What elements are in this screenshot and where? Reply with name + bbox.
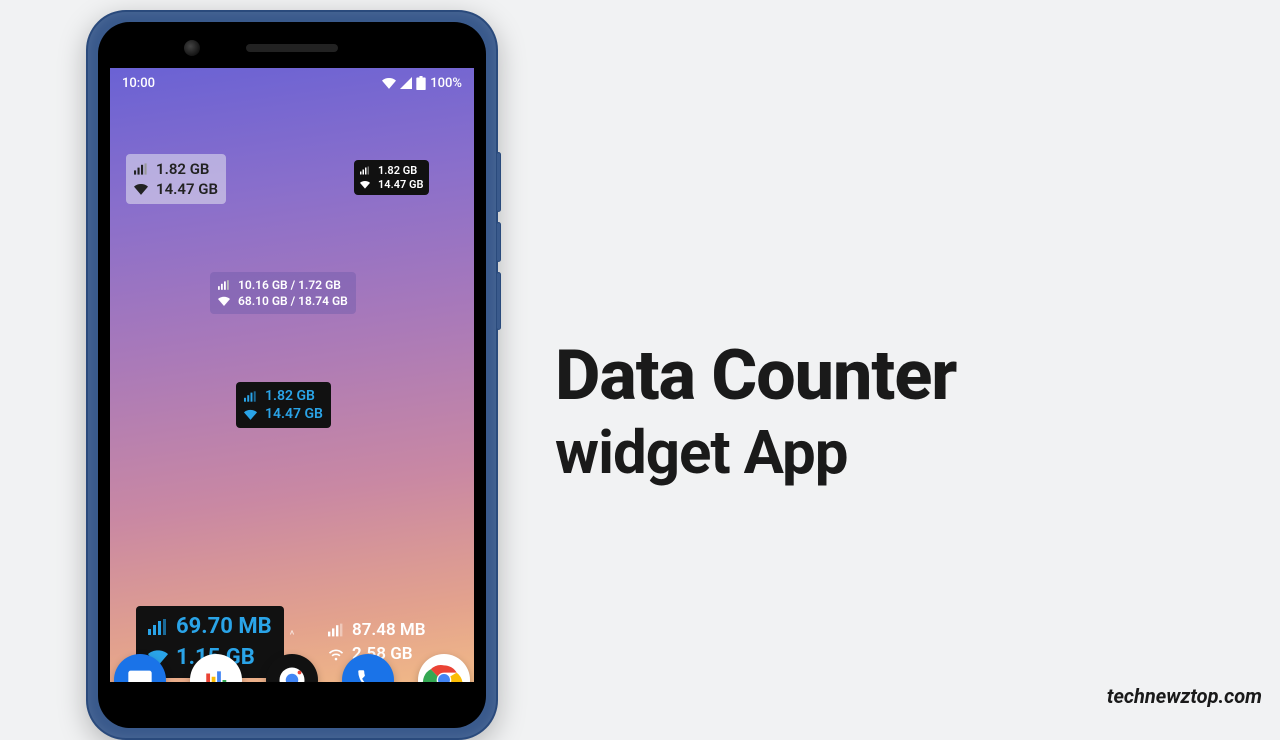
widget-row-mobile: 10.16 GB / 1.72 GB — [218, 278, 348, 292]
data-widget-purple[interactable]: 10.16 GB / 1.72 GB 68.10 GB / 18.74 GB — [210, 272, 356, 314]
front-camera — [184, 40, 200, 56]
data-widget-black-blue[interactable]: 1.82 GB 14.47 GB — [236, 382, 331, 428]
widget-row-wifi: 14.47 GB — [360, 178, 423, 191]
chrome-app-icon[interactable] — [418, 654, 470, 682]
widget-mobile-value: 87.48 MB — [352, 620, 426, 640]
wifi-icon — [360, 180, 370, 189]
phone-mockup: 10:00 100% — [86, 10, 498, 740]
cell-signal-icon — [244, 391, 257, 402]
wifi-icon — [244, 409, 257, 420]
widget-row-mobile: 1.82 GB — [360, 164, 423, 177]
app-dock — [114, 654, 470, 682]
widget-wifi-value: 68.10 GB / 18.74 GB — [238, 294, 348, 308]
messages-app-icon[interactable] — [114, 654, 166, 682]
widget-row-mobile: 69.70 MB — [148, 614, 272, 639]
widget-wifi-value: 14.47 GB — [265, 406, 323, 422]
statusbar-right: 100% — [382, 76, 462, 91]
widget-row-wifi: 14.47 GB — [134, 180, 218, 198]
power-button — [496, 272, 501, 330]
widget-mobile-value: 1.82 GB — [265, 388, 315, 404]
earpiece — [246, 44, 338, 52]
widget-wifi-value: 14.47 GB — [378, 178, 423, 191]
cell-signal-icon — [148, 618, 168, 636]
cell-signal-icon — [360, 166, 370, 175]
widget-row-mobile: 1.82 GB — [244, 388, 323, 404]
widget-mobile-value: 1.82 GB — [378, 164, 417, 177]
phone-screen: 10:00 100% — [110, 68, 474, 682]
title-line-1: Data Counter — [555, 340, 956, 414]
title-line-2: widget App — [555, 420, 956, 486]
wifi-icon — [218, 296, 230, 306]
phone-app-icon[interactable] — [342, 654, 394, 682]
widget-row-mobile: 1.82 GB — [134, 160, 218, 178]
status-bar: 10:00 100% — [110, 68, 474, 98]
drawer-indicator-icon[interactable]: ^ — [289, 628, 294, 642]
volume-down-button — [496, 222, 501, 262]
widget-mobile-value: 1.82 GB — [156, 160, 209, 178]
data-widget-light[interactable]: 1.82 GB 14.47 GB — [126, 154, 226, 204]
statusbar-time: 10:00 — [122, 76, 155, 91]
widget-row-wifi: 68.10 GB / 18.74 GB — [218, 294, 348, 308]
widget-mobile-value: 10.16 GB / 1.72 GB — [238, 278, 341, 292]
cell-signal-icon — [218, 280, 230, 290]
wifi-icon — [382, 77, 396, 89]
cell-signal-icon — [134, 163, 148, 175]
widget-wifi-value: 14.47 GB — [156, 180, 218, 198]
statusbar-battery: 100% — [430, 76, 462, 91]
page-title: Data Counter widget App — [555, 340, 956, 486]
widget-row-mobile: 87.48 MB — [328, 620, 426, 640]
cell-signal-icon — [328, 623, 344, 637]
data-widget-dark-small[interactable]: 1.82 GB 14.47 GB — [354, 160, 429, 195]
camera-app-icon[interactable] — [266, 654, 318, 682]
volume-up-button — [496, 152, 501, 212]
watermark: technewztop.com — [1107, 684, 1262, 708]
cell-signal-icon — [400, 77, 412, 89]
gallery-app-icon[interactable] — [190, 654, 242, 682]
wifi-icon — [134, 183, 148, 195]
battery-icon — [416, 76, 426, 90]
widget-mobile-value: 69.70 MB — [176, 614, 272, 639]
phone-bezel: 10:00 100% — [98, 22, 486, 728]
widget-row-wifi: 14.47 GB — [244, 406, 323, 422]
